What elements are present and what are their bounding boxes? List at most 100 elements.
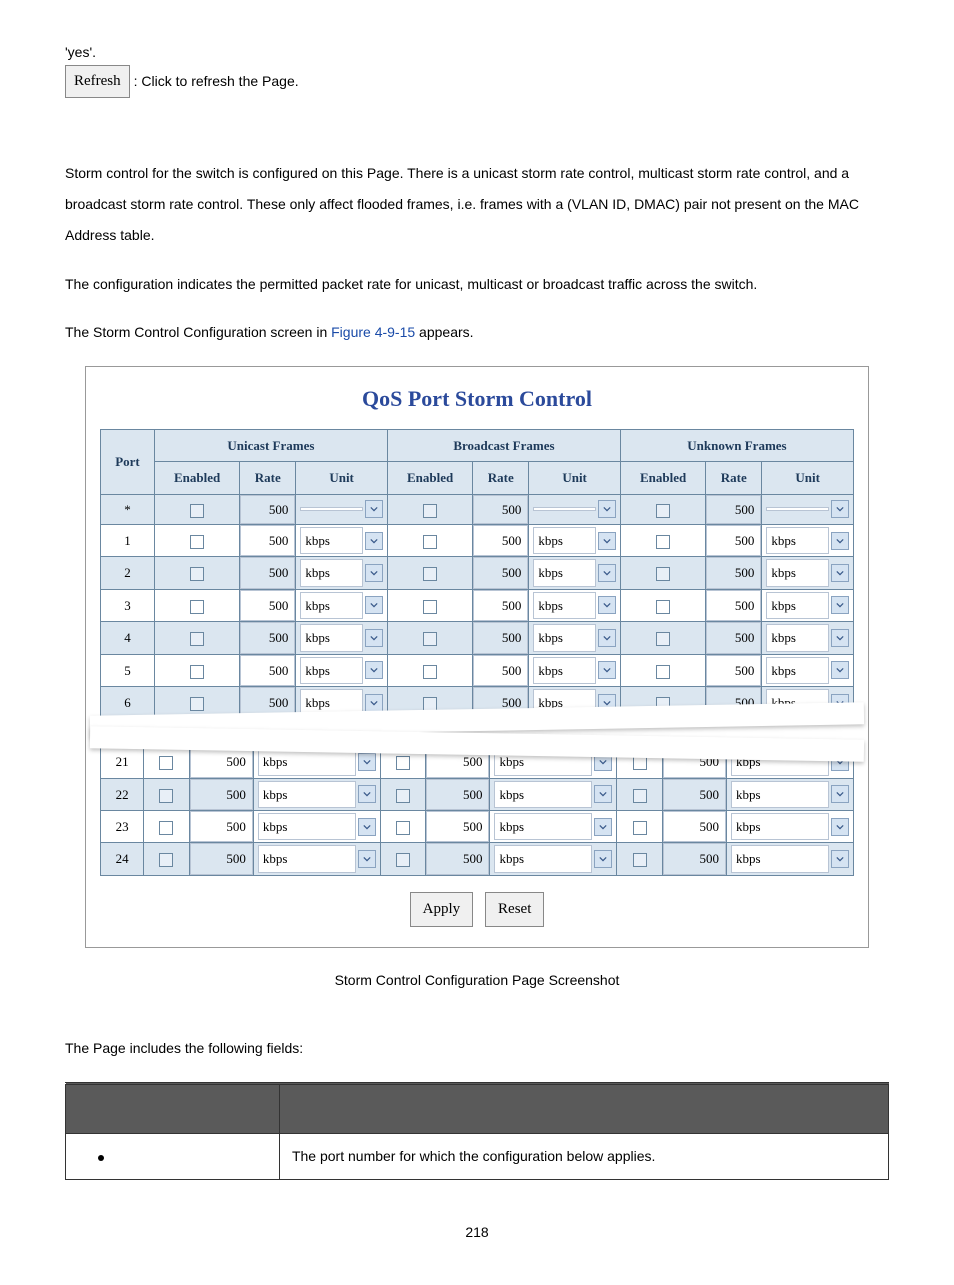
dropdown-arrow-icon[interactable] (831, 850, 849, 868)
unit-select[interactable]: kbps (300, 657, 363, 684)
rate-input[interactable]: 500 (473, 622, 528, 653)
rate-input[interactable]: 500 (240, 590, 295, 621)
rate-input[interactable]: 500 (190, 811, 253, 842)
checkbox[interactable] (396, 756, 410, 770)
checkbox[interactable] (190, 567, 204, 581)
dropdown-arrow-icon[interactable] (598, 629, 616, 647)
unit-select[interactable]: kbps (258, 813, 356, 840)
checkbox[interactable] (190, 632, 204, 646)
dropdown-arrow-icon[interactable] (831, 661, 849, 679)
unit-select[interactable]: kbps (766, 624, 829, 651)
unit-select[interactable]: kbps (300, 527, 363, 554)
rate-input[interactable]: 500 (426, 811, 489, 842)
rate-input[interactable]: 500 (240, 655, 295, 686)
checkbox[interactable] (190, 504, 204, 518)
dropdown-arrow-icon[interactable] (365, 694, 383, 712)
reset-button[interactable]: Reset (485, 892, 544, 927)
rate-input[interactable]: 500 (473, 495, 528, 524)
dropdown-arrow-icon[interactable] (598, 596, 616, 614)
checkbox[interactable] (190, 535, 204, 549)
unit-select[interactable]: kbps (731, 781, 829, 808)
checkbox[interactable] (396, 821, 410, 835)
checkbox[interactable] (633, 853, 647, 867)
rate-input[interactable]: 500 (473, 525, 528, 556)
dropdown-arrow-icon[interactable] (365, 500, 383, 518)
rate-input[interactable]: 500 (190, 843, 253, 874)
unit-select[interactable]: kbps (731, 845, 829, 872)
dropdown-arrow-icon[interactable] (365, 629, 383, 647)
rate-input[interactable]: 500 (426, 843, 489, 874)
dropdown-arrow-icon[interactable] (594, 818, 612, 836)
dropdown-arrow-icon[interactable] (831, 818, 849, 836)
dropdown-arrow-icon[interactable] (358, 818, 376, 836)
checkbox[interactable] (423, 535, 437, 549)
checkbox[interactable] (656, 600, 670, 614)
checkbox[interactable] (190, 665, 204, 679)
dropdown-arrow-icon[interactable] (358, 850, 376, 868)
rate-input[interactable]: 500 (706, 622, 761, 653)
dropdown-arrow-icon[interactable] (831, 500, 849, 518)
dropdown-arrow-icon[interactable] (358, 785, 376, 803)
rate-input[interactable]: 500 (240, 622, 295, 653)
checkbox[interactable] (159, 789, 173, 803)
rate-input[interactable]: 500 (706, 557, 761, 588)
dropdown-arrow-icon[interactable] (358, 753, 376, 771)
dropdown-arrow-icon[interactable] (365, 564, 383, 582)
rate-input[interactable]: 500 (240, 557, 295, 588)
checkbox[interactable] (656, 665, 670, 679)
unit-select[interactable]: kbps (300, 592, 363, 619)
figure-link[interactable]: Figure 4-9-15 (331, 324, 415, 340)
unit-select[interactable]: kbps (533, 657, 596, 684)
unit-select[interactable]: kbps (494, 781, 592, 808)
unit-select[interactable] (300, 507, 363, 511)
rate-input[interactable]: 500 (426, 779, 489, 810)
unit-select[interactable]: kbps (766, 592, 829, 619)
unit-select[interactable]: kbps (533, 592, 596, 619)
dropdown-arrow-icon[interactable] (598, 564, 616, 582)
unit-select[interactable]: kbps (494, 813, 592, 840)
dropdown-arrow-icon[interactable] (365, 661, 383, 679)
dropdown-arrow-icon[interactable] (831, 785, 849, 803)
checkbox[interactable] (423, 665, 437, 679)
rate-input[interactable]: 500 (663, 779, 726, 810)
rate-input[interactable]: 500 (190, 779, 253, 810)
checkbox[interactable] (159, 756, 173, 770)
unit-select[interactable]: kbps (258, 845, 356, 872)
checkbox[interactable] (656, 632, 670, 646)
checkbox[interactable] (190, 600, 204, 614)
checkbox[interactable] (656, 567, 670, 581)
rate-input[interactable]: 500 (706, 495, 761, 524)
checkbox[interactable] (396, 853, 410, 867)
dropdown-arrow-icon[interactable] (831, 629, 849, 647)
unit-select[interactable]: kbps (533, 527, 596, 554)
refresh-button[interactable]: Refresh (65, 65, 130, 98)
rate-input[interactable]: 500 (473, 655, 528, 686)
unit-select[interactable]: kbps (533, 559, 596, 586)
checkbox[interactable] (396, 789, 410, 803)
rate-input[interactable]: 500 (473, 590, 528, 621)
dropdown-arrow-icon[interactable] (365, 596, 383, 614)
unit-select[interactable]: kbps (258, 781, 356, 808)
checkbox[interactable] (190, 697, 204, 711)
dropdown-arrow-icon[interactable] (365, 532, 383, 550)
dropdown-arrow-icon[interactable] (598, 532, 616, 550)
checkbox[interactable] (159, 853, 173, 867)
unit-select[interactable]: kbps (766, 657, 829, 684)
unit-select[interactable]: kbps (494, 845, 592, 872)
unit-select[interactable] (766, 507, 829, 511)
dropdown-arrow-icon[interactable] (598, 661, 616, 679)
rate-input[interactable]: 500 (706, 655, 761, 686)
dropdown-arrow-icon[interactable] (594, 785, 612, 803)
unit-select[interactable]: kbps (766, 527, 829, 554)
checkbox[interactable] (423, 600, 437, 614)
unit-select[interactable]: kbps (766, 559, 829, 586)
checkbox[interactable] (633, 756, 647, 770)
checkbox[interactable] (423, 504, 437, 518)
checkbox[interactable] (423, 632, 437, 646)
rate-input[interactable]: 500 (706, 590, 761, 621)
dropdown-arrow-icon[interactable] (831, 596, 849, 614)
unit-select[interactable] (533, 507, 596, 511)
rate-input[interactable]: 500 (663, 811, 726, 842)
dropdown-arrow-icon[interactable] (831, 532, 849, 550)
checkbox[interactable] (633, 789, 647, 803)
